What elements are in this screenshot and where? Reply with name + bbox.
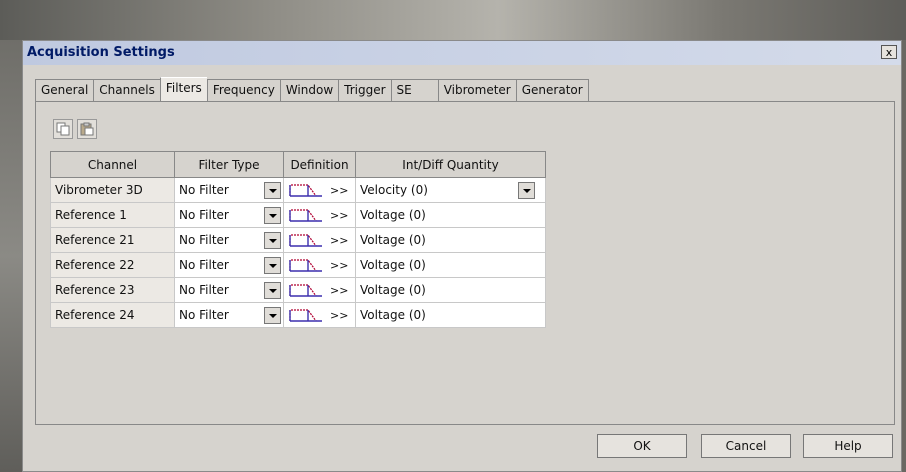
filters-table: Channel Filter Type Definition Int/Diff … bbox=[50, 151, 546, 328]
definition-expand-arrow[interactable]: >> bbox=[330, 259, 348, 272]
tab-strip: General Channels Filters Frequency Windo… bbox=[35, 77, 589, 101]
definition-cell[interactable]: >> bbox=[283, 277, 356, 303]
chevron-down-icon[interactable] bbox=[264, 207, 281, 224]
quantity-value: Voltage (0) bbox=[360, 233, 426, 247]
toolbar bbox=[53, 119, 97, 139]
quantity-cell: Voltage (0) bbox=[355, 202, 546, 228]
quantity-cell[interactable]: Velocity (0) bbox=[355, 177, 546, 203]
table-row: Reference 23 No Filter >> Voltage (0) bbox=[50, 277, 546, 303]
definition-cell[interactable]: >> bbox=[283, 252, 356, 278]
copy-icon bbox=[56, 122, 70, 136]
filter-response-icon bbox=[289, 284, 322, 297]
definition-cell[interactable]: >> bbox=[283, 302, 356, 328]
table-row: Reference 24 No Filter >> Voltage (0) bbox=[50, 302, 546, 328]
quantity-value: Voltage (0) bbox=[360, 208, 426, 222]
background-photo-top bbox=[0, 0, 906, 40]
copy-button[interactable] bbox=[53, 119, 73, 139]
quantity-value: Voltage (0) bbox=[360, 258, 426, 272]
dialog-title: Acquisition Settings bbox=[27, 45, 175, 60]
chevron-down-icon[interactable] bbox=[264, 307, 281, 324]
filter-type-value: No Filter bbox=[179, 208, 229, 222]
filter-type-value: No Filter bbox=[179, 283, 229, 297]
filter-response-icon bbox=[289, 234, 322, 247]
filter-type-select[interactable]: No Filter bbox=[174, 302, 284, 328]
tab-window[interactable]: Window bbox=[279, 79, 339, 101]
chevron-down-icon[interactable] bbox=[264, 282, 281, 299]
channel-cell: Vibrometer 3D bbox=[50, 177, 175, 203]
chevron-down-icon[interactable] bbox=[264, 232, 281, 249]
channel-cell: Reference 1 bbox=[50, 202, 175, 228]
filter-type-value: No Filter bbox=[179, 183, 229, 197]
quantity-cell: Voltage (0) bbox=[355, 277, 546, 303]
tab-filters[interactable]: Filters bbox=[159, 77, 207, 101]
table-row: Reference 21 No Filter >> Voltage (0) bbox=[50, 227, 546, 253]
tab-general[interactable]: General bbox=[35, 79, 94, 101]
column-header-filter-type: Filter Type bbox=[174, 151, 284, 178]
definition-expand-arrow[interactable]: >> bbox=[330, 184, 348, 197]
filter-response-icon bbox=[289, 209, 322, 222]
filter-response-icon bbox=[289, 259, 322, 272]
tab-frequency[interactable]: Frequency bbox=[206, 79, 280, 101]
definition-expand-arrow[interactable]: >> bbox=[330, 209, 348, 222]
quantity-value: Voltage (0) bbox=[360, 283, 426, 297]
quantity-value: Velocity (0) bbox=[360, 183, 428, 197]
close-button[interactable]: x bbox=[881, 45, 897, 59]
channel-cell: Reference 22 bbox=[50, 252, 175, 278]
filter-type-select[interactable]: No Filter bbox=[174, 252, 284, 278]
chevron-down-icon[interactable] bbox=[264, 182, 281, 199]
title-bar: Acquisition Settings x bbox=[23, 41, 901, 65]
definition-expand-arrow[interactable]: >> bbox=[330, 284, 348, 297]
tab-generator[interactable]: Generator bbox=[515, 79, 589, 101]
cancel-button[interactable]: Cancel bbox=[701, 434, 791, 458]
column-header-definition: Definition bbox=[283, 151, 356, 178]
filter-response-icon bbox=[289, 309, 322, 322]
filter-type-select[interactable]: No Filter bbox=[174, 177, 284, 203]
channel-cell: Reference 21 bbox=[50, 227, 175, 253]
filter-type-select[interactable]: No Filter bbox=[174, 277, 284, 303]
filter-response-icon bbox=[289, 184, 322, 197]
acquisition-settings-dialog: Acquisition Settings x General Channels … bbox=[22, 40, 902, 472]
chevron-down-icon[interactable] bbox=[264, 257, 281, 274]
ok-button[interactable]: OK bbox=[597, 434, 687, 458]
background-photo-left bbox=[0, 40, 22, 472]
tab-channels[interactable]: Channels bbox=[93, 79, 160, 101]
paste-button[interactable] bbox=[77, 119, 97, 139]
tab-se[interactable]: SE bbox=[390, 79, 438, 101]
definition-cell[interactable]: >> bbox=[283, 177, 356, 203]
quantity-cell: Voltage (0) bbox=[355, 252, 546, 278]
definition-cell[interactable]: >> bbox=[283, 227, 356, 253]
table-row: Vibrometer 3D No Filter >> Velocity (0) bbox=[50, 177, 546, 203]
paste-icon bbox=[80, 122, 94, 136]
column-header-channel: Channel bbox=[50, 151, 175, 178]
filter-type-value: No Filter bbox=[179, 308, 229, 322]
definition-cell[interactable]: >> bbox=[283, 202, 356, 228]
channel-cell: Reference 23 bbox=[50, 277, 175, 303]
filter-type-select[interactable]: No Filter bbox=[174, 227, 284, 253]
table-row: Reference 22 No Filter >> Voltage (0) bbox=[50, 252, 546, 278]
help-button[interactable]: Help bbox=[803, 434, 893, 458]
filter-type-value: No Filter bbox=[179, 233, 229, 247]
filter-type-value: No Filter bbox=[179, 258, 229, 272]
quantity-value: Voltage (0) bbox=[360, 308, 426, 322]
definition-expand-arrow[interactable]: >> bbox=[330, 234, 348, 247]
table-row: Reference 1 No Filter >> Voltage (0) bbox=[50, 202, 546, 228]
channel-cell: Reference 24 bbox=[50, 302, 175, 328]
quantity-cell: Voltage (0) bbox=[355, 227, 546, 253]
column-header-quantity: Int/Diff Quantity bbox=[355, 151, 546, 178]
quantity-cell: Voltage (0) bbox=[355, 302, 546, 328]
chevron-down-icon[interactable] bbox=[518, 182, 535, 199]
tab-vibrometer[interactable]: Vibrometer bbox=[437, 79, 516, 101]
tab-trigger[interactable]: Trigger bbox=[338, 79, 391, 101]
filter-type-select[interactable]: No Filter bbox=[174, 202, 284, 228]
definition-expand-arrow[interactable]: >> bbox=[330, 309, 348, 322]
